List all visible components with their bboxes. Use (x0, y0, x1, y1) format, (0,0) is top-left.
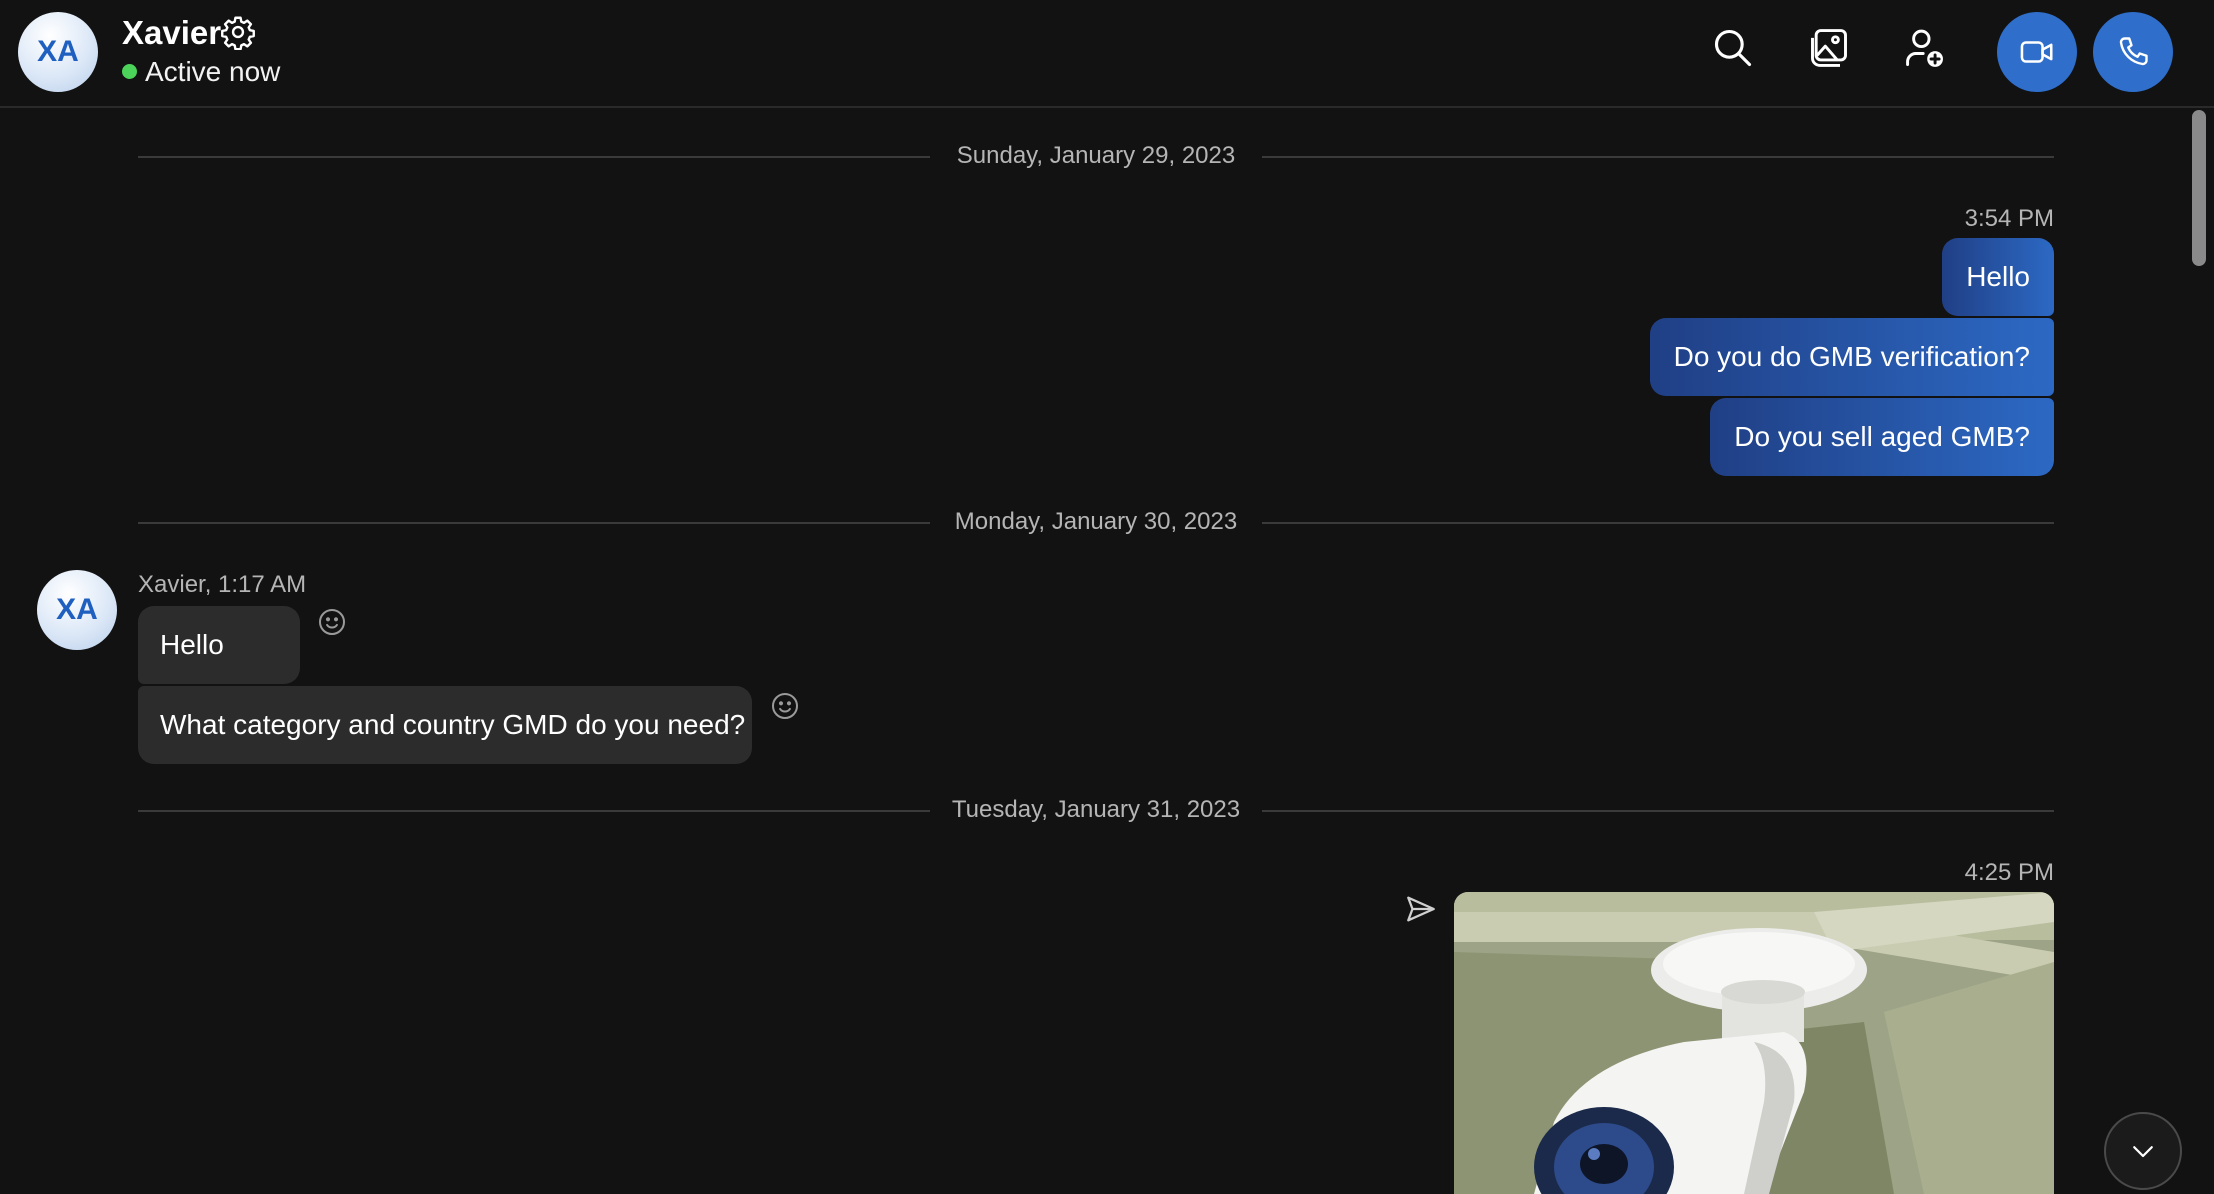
date-divider: Sunday, January 29, 2023 (138, 142, 2054, 170)
scroll-to-bottom-button[interactable] (2104, 1112, 2182, 1190)
message-time: 3:54 PM (1964, 205, 2054, 232)
phone-call-button[interactable] (2093, 12, 2173, 92)
add-person-icon[interactable] (1903, 26, 1947, 70)
date-divider: Monday, January 30, 2023 (138, 508, 2054, 536)
incoming-message[interactable]: Hello (138, 606, 300, 684)
video-call-button[interactable] (1997, 12, 2077, 92)
sent-icon (1407, 896, 1435, 922)
sender-name-time: Xavier, 1:17 AM (138, 571, 307, 598)
divider-line (1262, 522, 2054, 524)
outgoing-message[interactable]: Do you sell aged GMB? (1710, 398, 2054, 476)
scrollbar-track[interactable] (2190, 108, 2208, 1194)
outgoing-message[interactable]: Hello (1942, 238, 2054, 316)
gear-icon[interactable] (220, 14, 256, 50)
status-text: Active now (145, 56, 281, 87)
search-icon[interactable] (1711, 26, 1755, 70)
emoji-reaction-icon[interactable] (316, 606, 348, 638)
security-camera-photo (1454, 892, 2054, 1194)
incoming-message[interactable]: What category and country GMD do you nee… (138, 686, 752, 764)
outgoing-message[interactable]: Do you do GMB verification? (1649, 318, 2054, 396)
divider-line (1262, 810, 2054, 812)
date-divider: Tuesday, January 31, 2023 (138, 796, 2054, 824)
video-call-icon (2020, 41, 2053, 63)
divider-line (1262, 156, 2054, 158)
chevron-down-icon (2133, 1146, 2153, 1158)
contact-name[interactable]: Xavier (122, 14, 221, 52)
sender-avatar[interactable]: XA (37, 570, 117, 650)
scrollbar-thumb[interactable] (2192, 110, 2206, 266)
online-status-dot (122, 64, 137, 79)
emoji-reaction-icon[interactable] (769, 690, 801, 722)
gallery-icon[interactable] (1807, 26, 1851, 70)
message-time: 4:25 PM (1964, 859, 2054, 886)
chat-header: XA Xavier Active now (0, 0, 2214, 108)
phone-icon (2119, 37, 2148, 66)
contact-avatar[interactable]: XA (18, 12, 98, 92)
image-attachment[interactable] (1454, 892, 2054, 1194)
